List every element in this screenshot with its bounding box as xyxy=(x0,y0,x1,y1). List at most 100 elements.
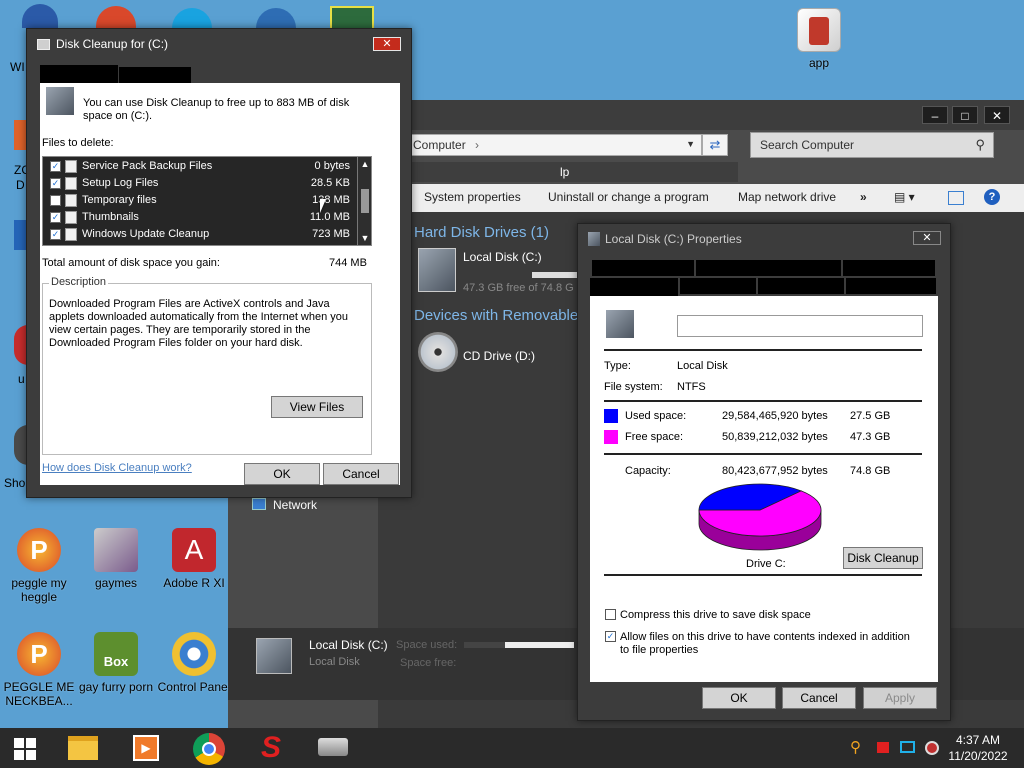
media-player-icon[interactable]: ▶ xyxy=(133,735,159,761)
start-windows-icon[interactable] xyxy=(14,738,36,760)
scroll-up-icon[interactable]: ▲ xyxy=(358,157,371,171)
cancel-button[interactable]: Cancel xyxy=(782,687,856,709)
type-label: Type: xyxy=(604,360,631,372)
free-space-swatch xyxy=(604,430,618,444)
help-icon[interactable]: ? xyxy=(984,189,1000,205)
search-icon[interactable]: ⚲ xyxy=(975,137,985,153)
view-files-button[interactable]: View Files xyxy=(271,396,363,418)
desktop-icon-partial[interactable] xyxy=(22,4,58,28)
more-commands-button[interactable]: » xyxy=(860,190,867,204)
volume-tray-icon[interactable] xyxy=(925,741,939,755)
desktop-icon-adobe[interactable]: A Adobe R XI xyxy=(152,528,236,590)
file-checkbox[interactable]: ✓ xyxy=(50,161,61,172)
list-item[interactable]: ✓ Thumbnails 11.0 MB xyxy=(43,209,358,226)
compress-checkbox[interactable] xyxy=(605,609,616,620)
redacted-block xyxy=(119,67,191,83)
desktop-icon-gaymes[interactable]: gaymes xyxy=(74,528,158,590)
disk-cleanup-dialog: Disk Cleanup for (C:) ✕ You can use Disk… xyxy=(26,28,412,498)
section-hard-disk-drives[interactable]: Hard Disk Drives (1) xyxy=(414,224,549,241)
file-explorer-icon[interactable] xyxy=(68,736,98,760)
list-item[interactable]: ✓ Service Pack Backup Files 0 bytes xyxy=(43,158,358,175)
clock-date[interactable]: 11/20/2022 xyxy=(944,749,1012,763)
redacted-block xyxy=(680,278,756,294)
clock-time[interactable]: 4:37 AM xyxy=(952,733,1004,747)
desktop-icon-gay-furry[interactable]: Box gay furry porn xyxy=(74,632,158,694)
uninstall-program-button[interactable]: Uninstall or change a program xyxy=(548,190,709,204)
ok-button[interactable]: OK xyxy=(244,463,320,485)
nav-item-network[interactable]: Network xyxy=(273,498,317,512)
desktop-icon-label: Control Panel xyxy=(157,680,231,694)
maximize-button[interactable]: □ xyxy=(952,106,978,124)
scanner-icon[interactable] xyxy=(318,738,348,756)
file-type-icon xyxy=(65,160,77,173)
skype-icon[interactable] xyxy=(172,8,212,28)
chevron-down-icon[interactable]: ▼ xyxy=(686,139,695,149)
drive-cd[interactable]: CD Drive (D:) xyxy=(463,349,535,363)
index-label[interactable]: Allow files on this drive to have conten… xyxy=(620,631,920,657)
disk-cleanup-button[interactable]: Disk Cleanup xyxy=(843,547,923,569)
drive-c-label: Drive C: xyxy=(746,558,786,570)
desktop-icon-peggle-neckbea[interactable]: P PEGGLE ME NECKBEA... xyxy=(0,632,81,708)
details-drive-name: Local Disk (C:) xyxy=(309,638,388,652)
list-item[interactable]: ✓ Setup Log Files 28.5 KB xyxy=(43,175,358,192)
system-properties-button[interactable]: System properties xyxy=(424,190,521,204)
file-checkbox[interactable] xyxy=(50,195,61,206)
menu-band-text: lp xyxy=(560,165,570,179)
close-button[interactable]: ✕ xyxy=(913,231,941,245)
desktop-partial-label: u xyxy=(18,372,25,386)
close-button[interactable]: ✕ xyxy=(373,37,401,51)
desktop-icon-peggle[interactable]: P peggle my heggle xyxy=(0,528,81,604)
clock-icon[interactable] xyxy=(330,6,374,28)
address-bar[interactable]: Computer › ▼ xyxy=(380,134,702,156)
taskbar: ▶ S ⚲ 4:37 AM 11/20/2022 xyxy=(0,728,1024,768)
compress-label[interactable]: Compress this drive to save disk space xyxy=(620,609,811,621)
list-scrollbar[interactable]: ▲ ▼ xyxy=(357,157,371,245)
search-tray-icon[interactable]: ⚲ xyxy=(850,740,866,756)
refresh-button[interactable]: ⇄ xyxy=(702,134,728,156)
preview-pane-icon[interactable] xyxy=(948,191,964,205)
flag-tray-icon[interactable] xyxy=(877,742,889,753)
desktop-icon-app[interactable]: app xyxy=(777,8,861,70)
hard-disk-icon xyxy=(418,248,456,292)
volume-label-input[interactable] xyxy=(677,315,923,337)
s-app-icon[interactable]: S xyxy=(255,733,287,763)
peggle-icon[interactable] xyxy=(96,6,136,28)
list-item[interactable]: Temporary files 138 MB xyxy=(43,192,358,209)
minimize-button[interactable]: – xyxy=(922,106,948,124)
folder-disc-icon xyxy=(94,528,138,572)
file-checkbox[interactable]: ✓ xyxy=(50,212,61,223)
peggle-icon: P xyxy=(17,528,61,572)
chrome-icon[interactable] xyxy=(193,733,225,765)
desktop-partial-label: D xyxy=(16,178,25,192)
cancel-button[interactable]: Cancel xyxy=(323,463,399,485)
desktop-icon-label: Adobe R XI xyxy=(163,576,225,590)
control-panel-icon xyxy=(172,632,216,676)
map-network-drive-button[interactable]: Map network drive xyxy=(738,190,836,204)
used-space-swatch xyxy=(604,409,618,423)
index-checkbox[interactable]: ✓ xyxy=(605,631,616,642)
list-item[interactable]: ✓ Windows Update Cleanup 723 MB xyxy=(43,226,358,243)
apply-button[interactable]: Apply xyxy=(863,687,937,709)
monitor-tray-icon[interactable] xyxy=(900,741,915,753)
globe-icon[interactable] xyxy=(256,8,296,28)
scroll-thumb[interactable] xyxy=(361,189,369,213)
section-removable-devices[interactable]: Devices with Removable xyxy=(414,307,578,324)
view-options-icon[interactable]: ▤ ▾ xyxy=(894,190,915,204)
desktop-icon-control-panel[interactable]: Control Panel xyxy=(152,632,236,694)
free-space-bytes: 50,839,212,032 bytes xyxy=(722,431,828,443)
file-checkbox[interactable]: ✓ xyxy=(50,178,61,189)
desktop-partial-label: Sho xyxy=(4,476,26,490)
box-game-icon: Box xyxy=(94,632,138,676)
free-space-gb: 47.3 GB xyxy=(850,431,891,443)
drive-free-text: 47.3 GB free of 74.8 G xyxy=(463,282,574,294)
help-link[interactable]: How does Disk Cleanup work? xyxy=(42,462,192,474)
drive-local-disk[interactable]: Local Disk (C:) xyxy=(463,250,542,264)
close-button[interactable]: ✕ xyxy=(984,106,1010,124)
desktop-icon-label: app xyxy=(808,56,830,70)
scroll-down-icon[interactable]: ▼ xyxy=(358,231,371,245)
ok-button[interactable]: OK xyxy=(702,687,776,709)
total-label: Total amount of disk space you gain: xyxy=(42,257,220,269)
file-checkbox[interactable]: ✓ xyxy=(50,229,61,240)
search-input[interactable]: Search Computer ⚲ xyxy=(750,132,994,158)
capacity-gb: 74.8 GB xyxy=(850,465,891,477)
